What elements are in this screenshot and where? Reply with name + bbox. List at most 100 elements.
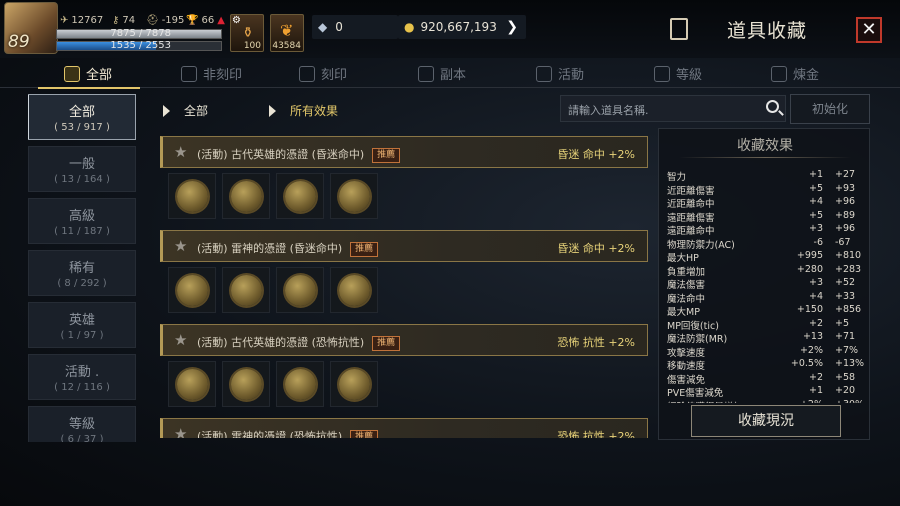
filter-effects[interactable]: 所有效果 — [269, 102, 338, 119]
recommend-badge: 推薦 — [350, 430, 379, 438]
effect-row: 移動速度 +0.5% +13% — [667, 358, 865, 372]
play-icon — [269, 104, 276, 117]
effect-row: 魔法命中 +4 +33 — [667, 290, 856, 305]
search-input[interactable]: 請輸入道具名稱. — [560, 95, 786, 122]
collection-status-button[interactable]: 收藏現況 — [691, 405, 841, 437]
effect-row: 遠距離傷害 +5 +89 — [667, 209, 856, 224]
play-icon — [163, 104, 170, 117]
effect-row: 魔法傷害 +3 +52 — [667, 277, 856, 291]
shield-star-icon — [299, 65, 315, 82]
feather-slot[interactable]: ❦ 43584 — [270, 14, 304, 52]
book-icon — [670, 18, 688, 40]
entry-header[interactable]: ★ (活動) 雷神的憑證 (昏迷命中) 推薦 昏迷 命中 +2% — [160, 230, 648, 262]
alchemy-icon — [771, 65, 787, 82]
book-icon — [64, 65, 80, 82]
filter-all[interactable]: 全部 — [163, 102, 208, 119]
recommend-badge: 推薦 — [350, 242, 379, 257]
effect-row: 負重増加 +280 +283 — [667, 263, 862, 278]
panel-title: 收藏效果 — [737, 138, 793, 154]
item-slot[interactable] — [276, 173, 324, 219]
item-slot[interactable] — [168, 173, 216, 219]
gold-coin-icon: ● — [404, 20, 415, 34]
divider — [679, 157, 851, 158]
hp-bar: 7875 / 7878 — [56, 28, 222, 39]
search-icon[interactable] — [766, 100, 779, 113]
tab-engraved[interactable]: 刻印 — [299, 64, 347, 83]
effect-row: 遠距離命中 +3 +96 — [667, 223, 856, 237]
page-title: 道具收藏 — [727, 20, 808, 42]
item-slot[interactable] — [330, 173, 378, 219]
feather-icon: ❦ — [280, 21, 294, 40]
star-icon[interactable]: ★ — [174, 237, 187, 255]
gift-icon — [536, 65, 552, 82]
item-slot[interactable] — [222, 173, 270, 219]
chevron-right-icon[interactable]: ❯ — [506, 19, 518, 35]
tab-event[interactable]: 活動 — [536, 64, 584, 83]
gold-counter: ● 920,667,193 ❯ — [398, 15, 526, 39]
shield-icon — [181, 65, 197, 82]
recommend-badge: 推薦 — [372, 148, 401, 163]
stat-a: ✈ 12767 — [60, 15, 104, 26]
top-bar: 89 ✈ 12767 ⚷ 74 ⛑ -195 🏆 66 ▲ 7875 / 7878 153… — [0, 0, 900, 58]
item-slot[interactable] — [276, 267, 324, 313]
effects-list[interactable]: 智力 +1 +27 近距離傷害 +5 +93 近距離命中 +4 +96 遠距離傷害 +5 +89 遠距離… — [667, 169, 867, 403]
wing-icon: ✈ — [60, 15, 69, 26]
effect-row: MP回復(tic) +2 +5 — [667, 317, 850, 332]
tab-dungeon[interactable]: 副本 — [418, 64, 466, 83]
sidebar-item-event[interactable]: 活動 .( 12 / 116 ) — [28, 354, 136, 400]
grade-sidebar: 全部( 53 / 917 ) 一般( 13 / 164 ) 高級( 11 / 1… — [28, 94, 140, 442]
effect-row: 智力 +1 +27 — [667, 169, 856, 183]
category-tabs: 全部 非刻印 刻印 副本 活動 等級 煉金 — [0, 58, 900, 88]
item-slot[interactable] — [222, 361, 270, 407]
list-item: ★ (活動) 古代英雄的憑證 (昏迷命中) 推薦 昏迷 命中 +2% — [160, 136, 648, 230]
star-icon[interactable]: ★ — [174, 425, 187, 438]
item-slot[interactable] — [330, 267, 378, 313]
diamond-counter: ◆ 0 — [312, 15, 398, 39]
effect-row: 最大HP +995 +810 — [667, 250, 862, 264]
sidebar-item-all[interactable]: 全部( 53 / 917 ) — [28, 94, 136, 140]
tab-alchemy[interactable]: 煉金 — [771, 64, 819, 83]
collection-effects-panel: 收藏效果 智力 +1 +27 近距離傷害 +5 +93 近距離命中 +4 +96 遠距離傷害 +5 +… — [658, 128, 870, 440]
stat-c: ⛑ -195 — [146, 15, 185, 26]
effect-row: 魔法防禦(MR) +13 +71 — [667, 331, 856, 345]
tab-level[interactable]: 等級 — [654, 64, 702, 83]
stat-b: ⚷ 74 — [112, 15, 136, 26]
sidebar-item-hero[interactable]: 英雄( 1 / 97 ) — [28, 302, 136, 348]
effect-row: 近距離命中 +4 +96 — [667, 196, 856, 210]
item-slot[interactable] — [330, 361, 378, 407]
item-slot[interactable] — [276, 361, 324, 407]
item-slot[interactable] — [222, 267, 270, 313]
entry-header[interactable]: ★ (活動) 古代英雄的憑證 (昏迷命中) 推薦 昏迷 命中 +2% — [160, 136, 648, 168]
sidebar-item-normal[interactable]: 一般( 13 / 164 ) — [28, 146, 136, 192]
sidebar-item-level[interactable]: 等級( 6 / 37 ) — [28, 406, 136, 442]
entry-header[interactable]: ★ (活動) 古代英雄的憑證 (恐怖抗性) 推薦 恐怖 抗性 +2% — [160, 324, 648, 356]
list-item: ★ (活動) 雷神的憑證 (昏迷命中) 推薦 昏迷 命中 +2% — [160, 230, 648, 324]
recommend-badge: 推薦 — [372, 336, 401, 351]
item-slot[interactable] — [168, 267, 216, 313]
tab-non-engraved[interactable]: 非刻印 — [181, 64, 242, 83]
sidebar-item-rare[interactable]: 稀有( 8 / 292 ) — [28, 250, 136, 296]
effect-row: 攻擊速度 +2% +7% — [667, 344, 859, 359]
key-icon: ⚷ — [112, 15, 120, 26]
effect-row: 最大MP +150 +856 — [667, 304, 862, 318]
tab-all[interactable]: 全部 — [64, 64, 112, 83]
effect-row: 近距離傷害 +5 +93 — [667, 182, 856, 197]
effect-row: 傷害減免 +2 +58 — [667, 371, 856, 386]
lv-icon — [654, 65, 670, 82]
potion-icon: ⚱ — [242, 25, 254, 41]
potion-slot[interactable]: ⚙ ⚱ 100 — [230, 14, 264, 52]
entry-header[interactable]: ★ (活動) 雷神的憑證 (恐怖抗性) 推薦 恐怖 抗性 +2% — [160, 418, 648, 438]
list-item: ★ (活動) 雷神的憑證 (恐怖抗性) 推薦 恐怖 抗性 +2% — [160, 418, 648, 438]
effect-row: PVE傷害減免 +1 +20 — [667, 385, 856, 399]
effect-row: 經驗值獲得量增加+2%+30% — [667, 399, 867, 404]
sidebar-item-advanced[interactable]: 高級( 11 / 187 ) — [28, 198, 136, 244]
item-slot[interactable] — [168, 361, 216, 407]
collection-list: ★ (活動) 古代英雄的憑證 (昏迷命中) 推薦 昏迷 命中 +2% ★ (活動) 雷神… — [160, 136, 648, 438]
mp-bar: 1535 / 2553 — [56, 40, 222, 51]
player-level: 89 — [8, 32, 30, 52]
reset-button[interactable]: 初始化 — [790, 94, 870, 124]
helmet-icon — [418, 65, 434, 82]
star-icon[interactable]: ★ — [174, 143, 187, 161]
star-icon[interactable]: ★ — [174, 331, 187, 349]
close-button[interactable]: ✕ — [856, 17, 882, 43]
